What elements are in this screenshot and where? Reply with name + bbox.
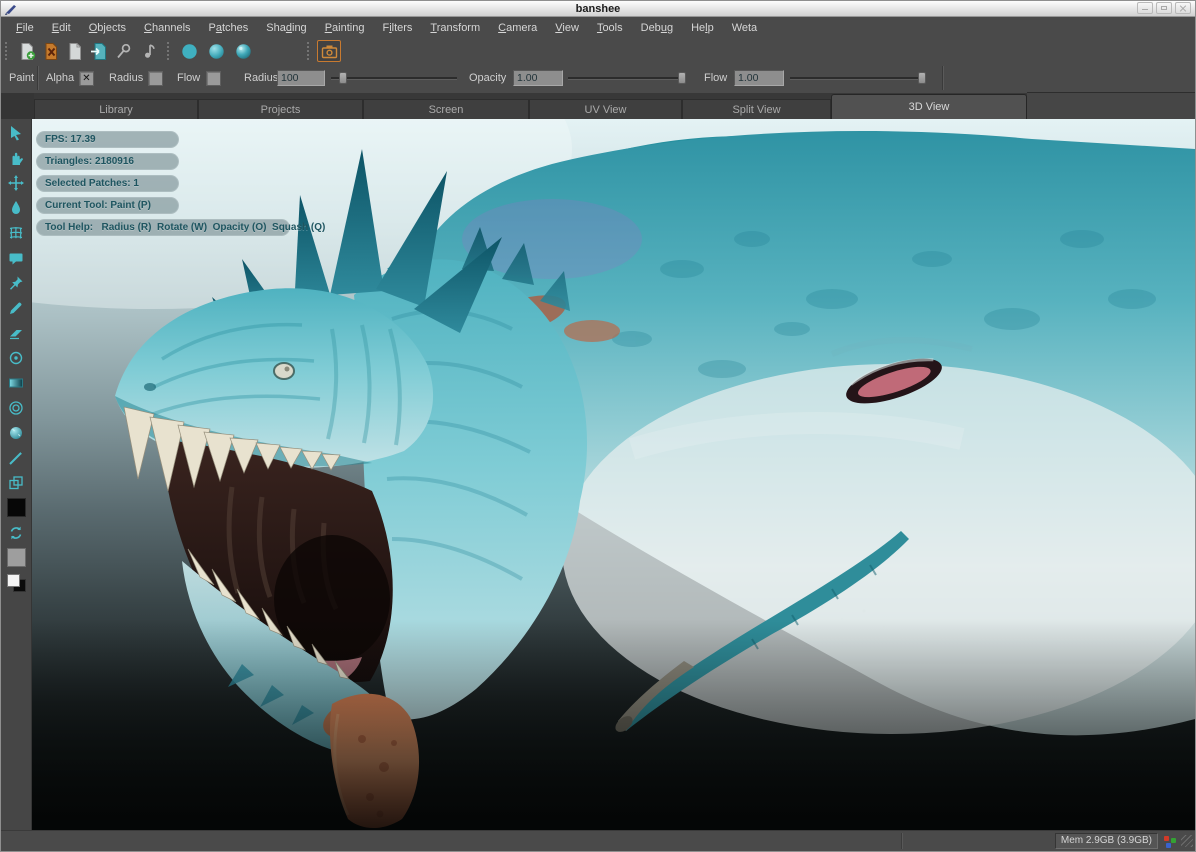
menu-debug[interactable]: Debug [632,18,682,39]
menu-bar: File Edit Objects Channels Patches Shadi… [1,17,1195,40]
full-shading-sphere-icon[interactable] [231,40,255,62]
separator [942,66,944,90]
radius-slider-handle[interactable] [339,72,347,84]
eraser-tool-icon[interactable] [1,320,31,345]
tab-screen[interactable]: Screen [363,99,529,119]
toolbar-handle [307,42,313,60]
locator-icon[interactable] [111,40,135,62]
opacity-slider-handle[interactable] [678,72,686,84]
hud-current-tool: Current Tool: Paint (P) [36,197,179,214]
tool-name-label: Paint [9,72,34,84]
pan-tool-icon[interactable] [1,145,31,170]
flow-slider-handle[interactable] [918,72,926,84]
radius-input[interactable] [277,70,325,86]
playblast-note-icon[interactable] [135,40,159,62]
close-button[interactable] [1175,2,1191,14]
opacity-input[interactable] [513,70,563,86]
flow-label: Flow [704,72,727,84]
hud-selected-patches: Selected Patches: 1 [36,175,179,192]
radius-toggle-label: Radius [109,72,143,84]
menu-edit[interactable]: Edit [43,18,80,39]
minimize-button[interactable] [1137,2,1153,14]
pin-tool-icon[interactable] [1,270,31,295]
maximize-button[interactable] [1156,2,1172,14]
main-toolbar [1,39,1195,64]
memory-usage: Mem 2.9GB (3.9GB) [1055,833,1158,849]
title-bar[interactable]: banshee [1,1,1195,17]
tool-palette [1,119,32,831]
import-project-icon[interactable] [87,40,111,62]
flat-shading-sphere-icon[interactable] [177,40,201,62]
new-project-icon[interactable] [15,40,39,62]
ripple-tool-icon[interactable] [1,395,31,420]
swap-colors-icon[interactable] [1,520,31,545]
tab-3d-view[interactable]: 3D View [831,94,1027,119]
menu-painting[interactable]: Painting [316,18,374,39]
radius-label: Radius [244,72,278,84]
app-window: banshee File Edit Objects Channels Patch… [0,0,1196,852]
opacity-slider[interactable] [568,71,686,85]
3d-viewport[interactable]: FPS: 17.39 Triangles: 2180916 Selected P… [32,119,1195,831]
menu-camera[interactable]: Camera [489,18,546,39]
menu-help[interactable]: Help [682,18,723,39]
radius-slider[interactable] [331,71,457,85]
tab-projects[interactable]: Projects [198,99,363,119]
viewport-hud: FPS: 17.39 Triangles: 2180916 Selected P… [36,131,290,241]
line-tool-icon[interactable] [1,445,31,470]
flow-slider[interactable] [790,71,926,85]
tab-library[interactable]: Library [34,99,198,119]
separator [901,833,903,849]
move-tool-icon[interactable] [1,170,31,195]
menu-channels[interactable]: Channels [135,18,200,39]
toolbar-handle [5,42,11,60]
window-title: banshee [1,2,1195,16]
hud-fps: FPS: 17.39 [36,131,179,148]
separator [37,66,39,90]
copy-patch-tool-icon[interactable] [1,470,31,495]
hud-tool-help: Tool Help: Radius (R) Rotate (W) Opacity… [36,219,290,236]
background-color-swatch[interactable] [1,545,31,570]
select-tool-icon[interactable] [1,120,31,145]
gradient-tool-icon[interactable] [1,370,31,395]
menu-transform[interactable]: Transform [421,18,489,39]
hud-triangles: Triangles: 2180916 [36,153,179,170]
menu-file[interactable]: File [7,18,43,39]
paint-bucket-tool-icon[interactable] [1,245,31,270]
flow-input[interactable] [734,70,784,86]
paint-properties-bar: Paint Alpha ✕ Radius Flow Radius Opacity… [1,63,1195,94]
radius-jitter-checkbox[interactable] [148,71,163,86]
color-profile-icon[interactable] [1163,835,1177,848]
toolbar-handle [167,42,173,60]
opacity-label: Opacity [469,72,506,84]
default-colors-swatch[interactable] [1,570,31,595]
alpha-label: Alpha [46,72,74,84]
save-project-icon[interactable] [63,40,87,62]
menu-filters[interactable]: Filters [373,18,421,39]
menu-patches[interactable]: Patches [200,18,258,39]
menu-view[interactable]: View [546,18,588,39]
status-bar: Mem 2.9GB (3.9GB) [1,830,1195,851]
view-tab-bar: Library Projects Screen UV View Split Vi… [1,93,1195,119]
flow-jitter-checkbox[interactable] [206,71,221,86]
screenshot-icon[interactable] [317,40,341,62]
foreground-color-swatch[interactable] [1,495,31,520]
tab-uv-view[interactable]: UV View [529,99,682,119]
menu-shading[interactable]: Shading [257,18,315,39]
paint-tool-icon[interactable] [1,195,31,220]
flow-toggle-label: Flow [177,72,200,84]
mesh-tool-icon[interactable] [1,220,31,245]
menu-tools[interactable]: Tools [588,18,632,39]
alpha-checkbox[interactable]: ✕ [79,71,94,86]
resize-grip[interactable] [1181,835,1193,847]
menu-weta[interactable]: Weta [723,18,766,39]
sphere-brush-tool-icon[interactable] [1,420,31,445]
tab-split-view[interactable]: Split View [682,99,831,119]
menu-objects[interactable]: Objects [80,18,135,39]
basic-shading-sphere-icon[interactable] [204,40,228,62]
clone-tool-icon[interactable] [1,345,31,370]
close-project-icon[interactable] [39,40,63,62]
pencil-tool-icon[interactable] [1,295,31,320]
